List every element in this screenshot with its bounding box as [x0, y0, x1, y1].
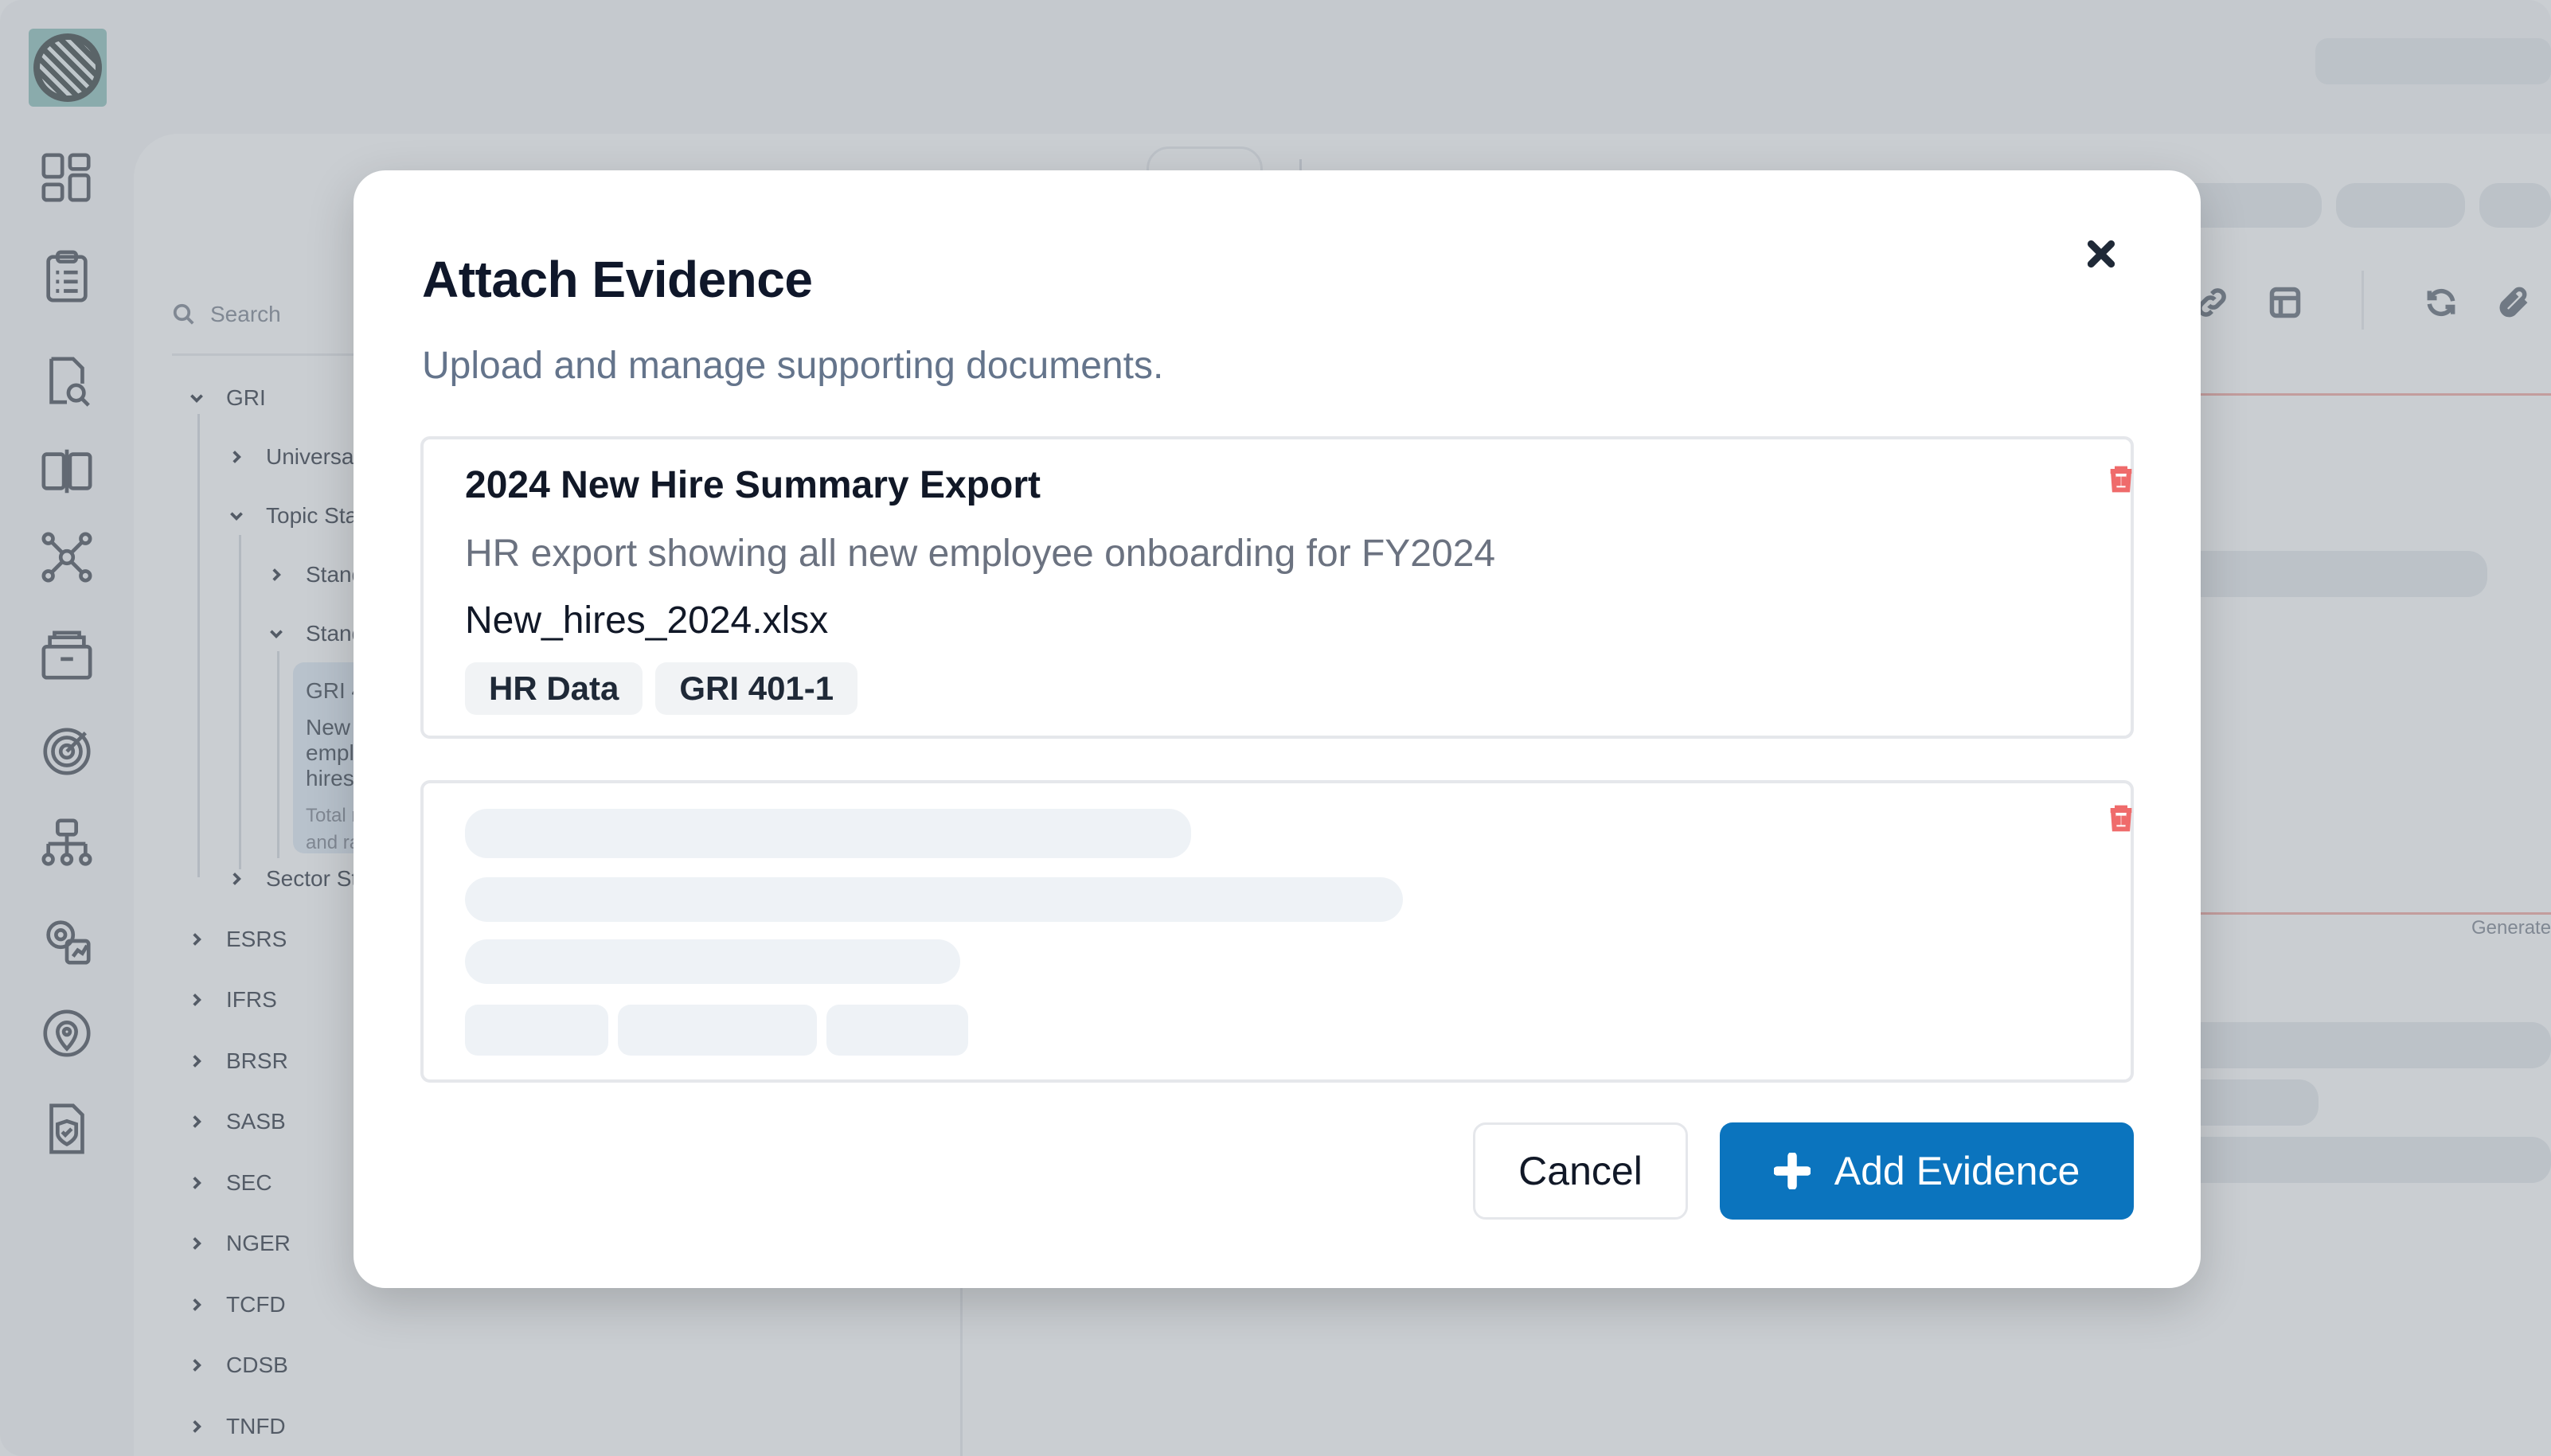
skeleton-line [465, 809, 1191, 858]
skeleton-tag [618, 1005, 817, 1056]
evidence-description: HR export showing all new employee onboa… [465, 533, 1496, 575]
skeleton-tag [826, 1005, 968, 1056]
close-icon [2087, 240, 2115, 268]
attach-evidence-dialog: Attach Evidence Upload and manage suppor… [354, 170, 2201, 1288]
dialog-description: Upload and manage supporting documents. [422, 345, 1164, 387]
trash-icon [2110, 805, 2132, 832]
trash-icon [2110, 466, 2132, 493]
close-button[interactable] [2073, 226, 2129, 282]
evidence-card-loading [420, 780, 2134, 1083]
evidence-tags: HR Data GRI 401-1 [465, 662, 858, 715]
skeleton-line [465, 939, 960, 984]
delete-evidence-button[interactable] [2105, 802, 2137, 834]
delete-evidence-button[interactable] [2105, 463, 2137, 495]
plus-icon [1773, 1153, 1811, 1189]
skeleton-tag [465, 1005, 608, 1056]
add-evidence-label: Add Evidence [1834, 1149, 2080, 1193]
evidence-filename: New_hires_2024.xlsx [465, 599, 829, 642]
tag-chip: GRI 401-1 [655, 662, 858, 715]
skeleton-line [465, 877, 1403, 922]
add-evidence-button[interactable]: Add Evidence [1720, 1122, 2134, 1220]
cancel-button[interactable]: Cancel [1473, 1122, 1688, 1220]
dialog-title: Attach Evidence [422, 251, 813, 308]
evidence-title: 2024 New Hire Summary Export [465, 464, 1041, 506]
evidence-card: 2024 New Hire Summary Export HR export s… [420, 436, 2134, 739]
tag-chip: HR Data [465, 662, 643, 715]
